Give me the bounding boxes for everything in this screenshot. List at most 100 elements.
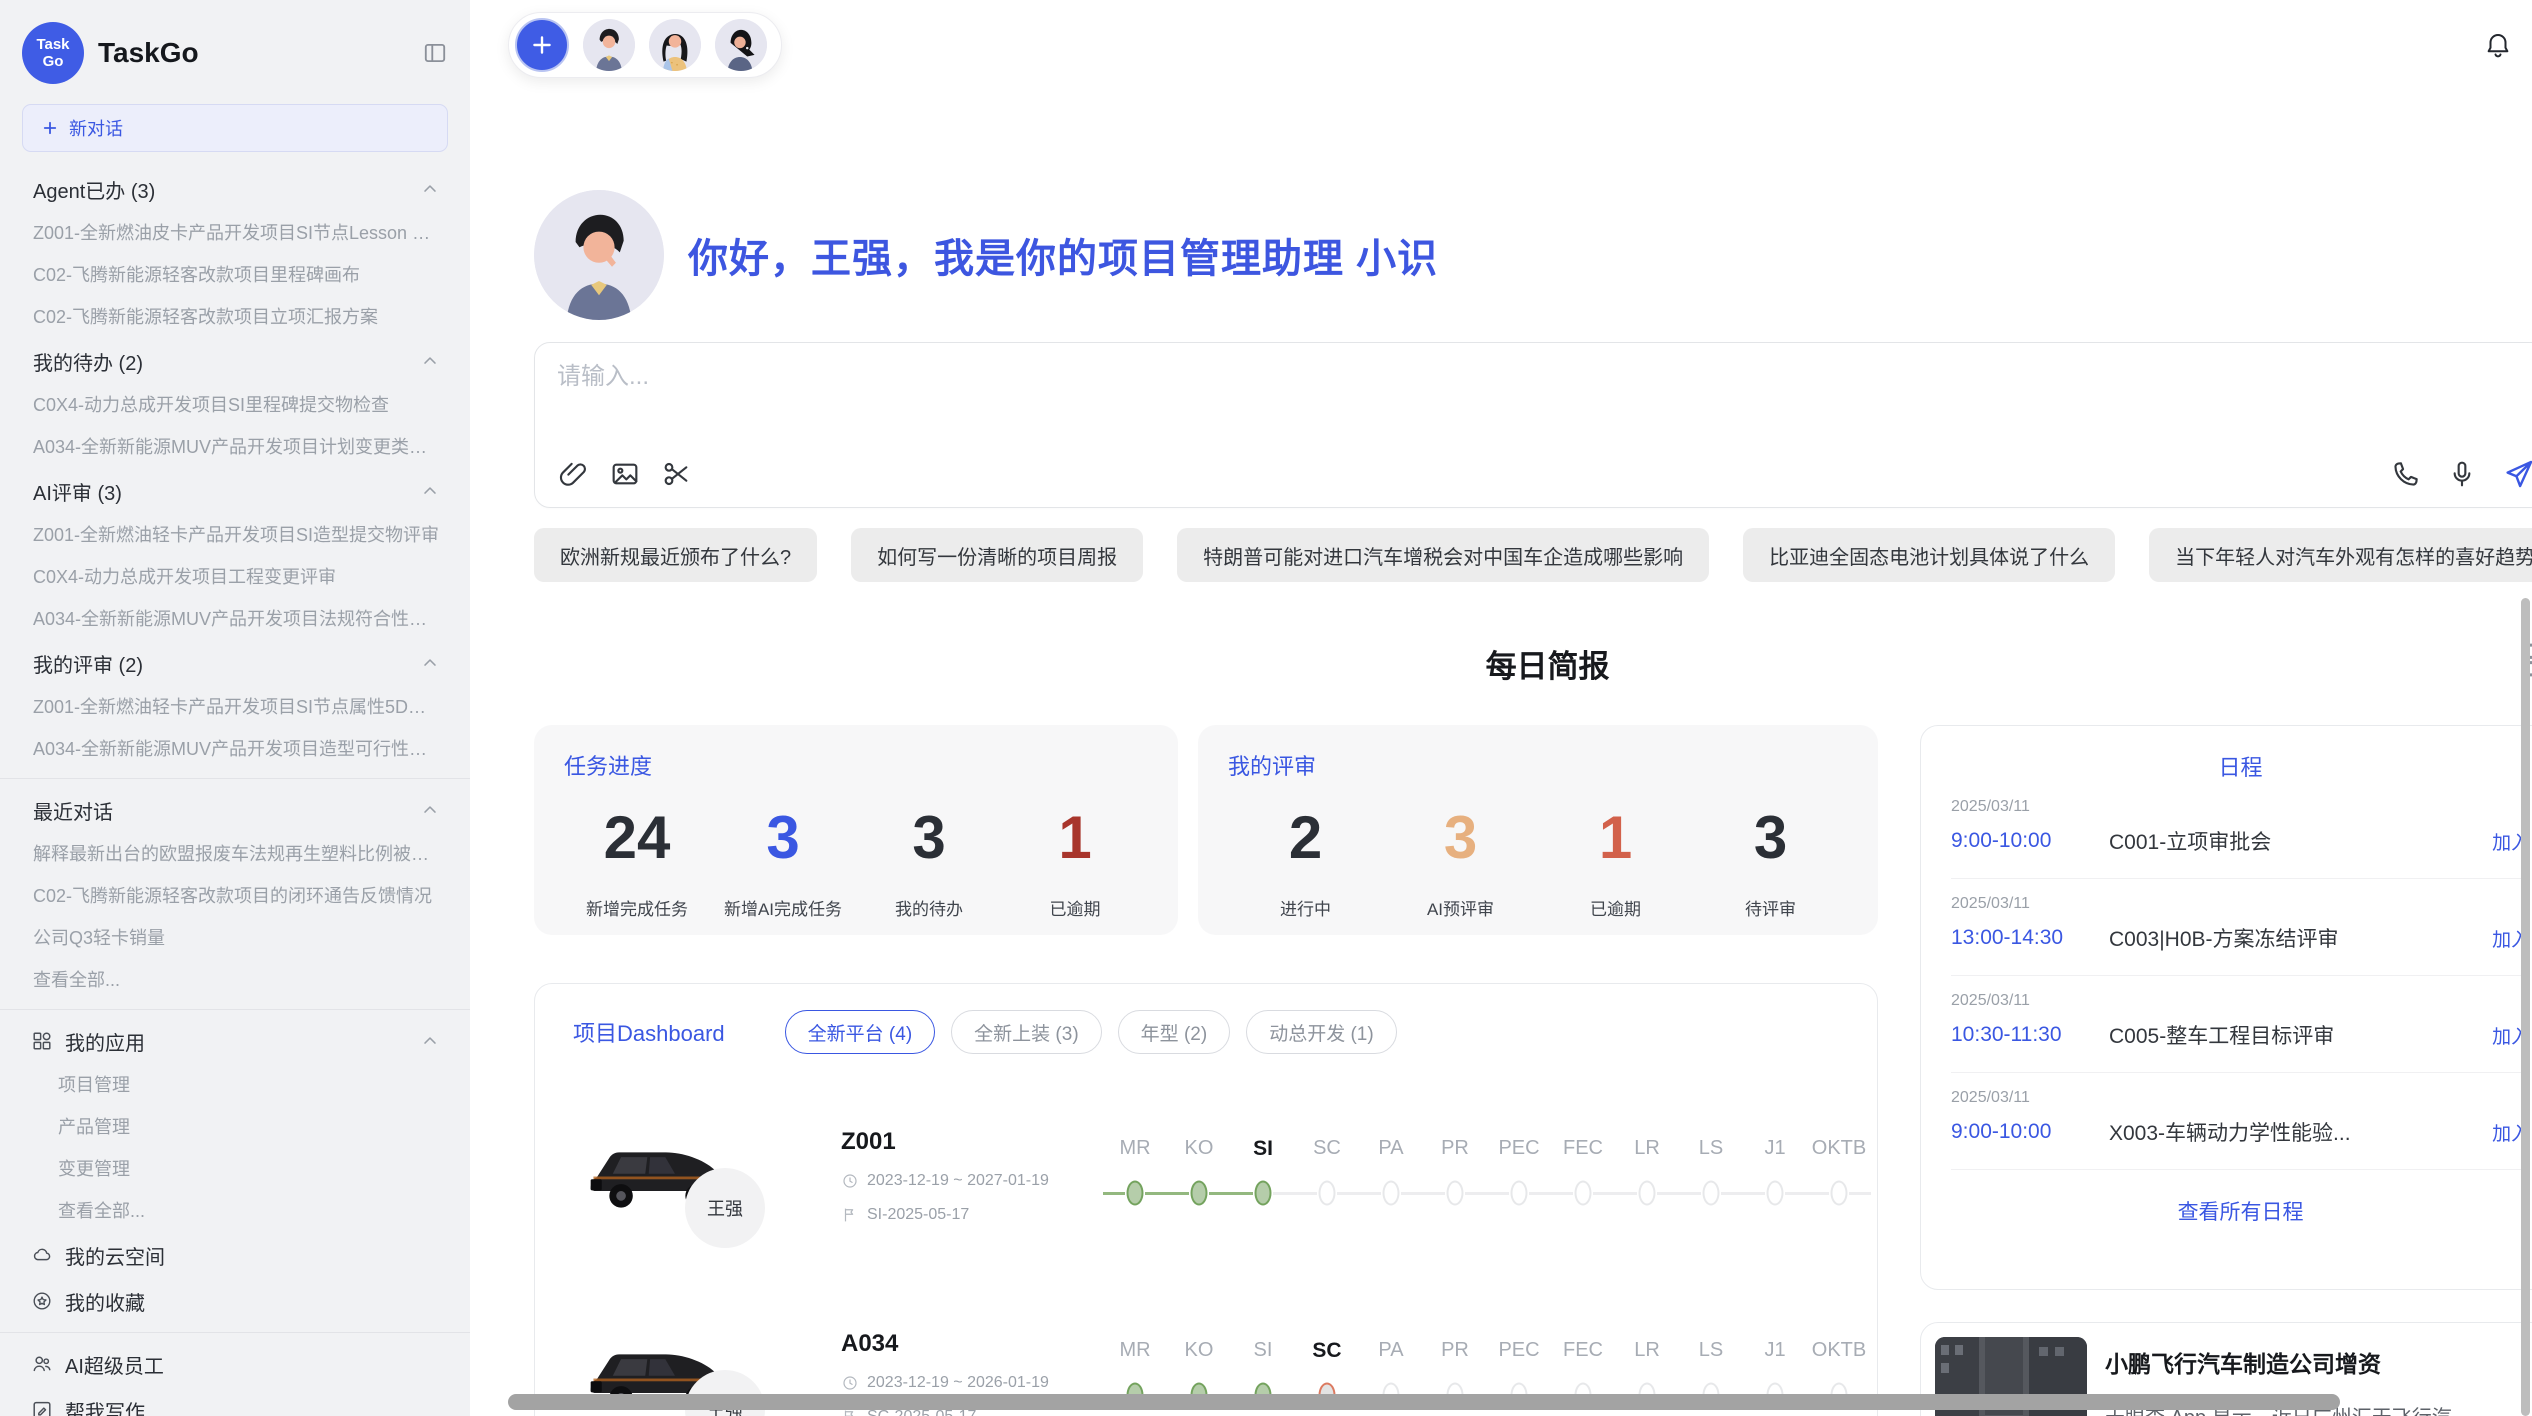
new-chat-button[interactable]: 新对话	[22, 104, 448, 152]
sidebar-section-header[interactable]: 我的待办 (2)	[0, 338, 470, 384]
stat-grid: 24新增完成任务3新增AI完成任务3我的待办1已逾期	[564, 799, 1148, 920]
sidebar-task-item[interactable]: A034-全新新能源MUV产品开发项目造型可行性评审	[0, 728, 470, 770]
recent-chat-item[interactable]: 公司Q3轻卡销量	[0, 917, 470, 959]
stat-item: 1已逾期	[1002, 799, 1148, 920]
main-content: 你好，王强，我是你的项目管理助理 小识	[470, 190, 2532, 1416]
sidebar-task-item[interactable]: C0X4-动力总成开发项目SI里程碑提交物检查	[0, 384, 470, 426]
sidebar-task-item[interactable]: C02-飞腾新能源轻客改款项目立项汇报方案	[0, 296, 470, 338]
recent-chat-item[interactable]: 解释最新出台的欧盟报废车法规再生塑料比例被调至15%...	[0, 833, 470, 875]
avatar-female-1[interactable]	[649, 19, 701, 71]
app-item[interactable]: 项目管理	[0, 1064, 470, 1106]
apps-grid-icon	[31, 1030, 53, 1052]
send-icon[interactable]	[2502, 457, 2532, 491]
view-all-chats-link[interactable]: 查看全部...	[0, 959, 470, 1001]
image-icon[interactable]	[609, 458, 641, 490]
suggestion-chip[interactable]: 欧洲新规最近颁布了什么?	[534, 528, 817, 582]
greeting-row: 你好，王强，我是你的项目管理助理 小识	[534, 190, 2532, 320]
sidebar-item-cloud[interactable]: 我的云空间	[0, 1232, 470, 1278]
sidebar-task-item[interactable]: A034-全新新能源MUV产品开发项目法规符合性评审	[0, 598, 470, 640]
dashboard-tab[interactable]: 动总开发 (1)	[1246, 1010, 1397, 1054]
sidebar-section-header[interactable]: AI评审 (3)	[0, 468, 470, 514]
add-session-button[interactable]	[515, 18, 569, 72]
notification-bell-icon[interactable]	[2483, 30, 2513, 60]
chevron-up-icon[interactable]	[420, 179, 440, 199]
milestone-connector	[1785, 1192, 1807, 1195]
sidebar-task-item[interactable]: C0X4-动力总成开发项目工程变更评审	[0, 556, 470, 598]
stat-grid: 2进行中3AI预评审1已逾期3待评审	[1228, 799, 1848, 920]
chevron-up-icon[interactable]	[420, 351, 440, 371]
sidebar-section-header[interactable]: 我的评审 (2)	[0, 640, 470, 686]
vertical-scrollbar[interactable]	[2521, 598, 2530, 1416]
attachment-icon[interactable]	[557, 458, 589, 490]
horizontal-scrollbar[interactable]	[508, 1394, 2340, 1410]
suggestion-chip[interactable]: 当下年轻人对汽车外观有怎样的喜好趋势	[2149, 528, 2532, 582]
event-time: 10:30-11:30	[1951, 1023, 2109, 1047]
recent-chat-item[interactable]: C02-飞腾新能源轻客改款项目的闭环通告反馈情况	[0, 875, 470, 917]
session-avatars	[508, 12, 782, 78]
sidebar-tool-write[interactable]: 帮我写作	[0, 1387, 470, 1416]
sidebar-task-item[interactable]: A034-全新新能源MUV产品开发项目计划变更类编写	[0, 426, 470, 468]
dashboard-tab[interactable]: 全新上装 (3)	[951, 1010, 1102, 1054]
sidebar-header: Task Go TaskGo	[0, 18, 470, 88]
dashboard-tab[interactable]: 年型 (2)	[1118, 1010, 1231, 1054]
sidebar-task-item[interactable]: Z001-全新燃油轻卡产品开发项目SI节点属性5D文件评审	[0, 686, 470, 728]
chevron-up-icon[interactable]	[420, 481, 440, 501]
milestone-connector	[1423, 1192, 1445, 1195]
suggestion-chip[interactable]: 比亚迪全固态电池计划具体说了什么	[1743, 528, 2115, 582]
app-logo: Task Go	[22, 22, 84, 84]
suggestion-chip[interactable]: 特朗普可能对进口汽车增税会对中国车企造成哪些影响	[1177, 528, 1709, 582]
logo-line2: Go	[43, 53, 64, 70]
section-title: 我的评审 (2)	[33, 649, 143, 678]
dashboard-tab[interactable]: 全新平台 (4)	[785, 1010, 936, 1054]
milestone-node	[1127, 1181, 1144, 1206]
milestone-label: PA	[1359, 1137, 1423, 1161]
scissors-icon[interactable]	[661, 458, 693, 490]
composer-toolbar	[557, 457, 2532, 491]
suggestion-chip[interactable]: 如何写一份清晰的项目周报	[851, 528, 1143, 582]
project-flag: SI-2025-05-17	[841, 1206, 1103, 1224]
milestone-label: J1	[1743, 1339, 1807, 1363]
chevron-up-icon[interactable]	[420, 1031, 440, 1051]
milestone-label: SC	[1295, 1137, 1359, 1161]
my-apps-label: 我的应用	[65, 1027, 408, 1056]
chevron-up-icon[interactable]	[420, 653, 440, 673]
dashboard-header: 项目Dashboard 全新平台 (4)全新上装 (3)年型 (2)动总开发 (…	[573, 1010, 1851, 1054]
view-all-apps-link[interactable]: 查看全部...	[0, 1190, 470, 1232]
milestone-cell	[1551, 1171, 1615, 1215]
sidebar-task-item[interactable]: C02-飞腾新能源轻客改款项目里程碑画布	[0, 254, 470, 296]
milestone-connector	[1551, 1192, 1573, 1195]
sidebar-item-star[interactable]: 我的收藏	[0, 1278, 470, 1324]
milestone-track: MRKOSISCPAPRPECFECLRLSJ1OKTB	[1103, 1137, 1871, 1215]
sidebar-section-recent-chats[interactable]: 最近对话	[0, 787, 470, 833]
sidebar-task-item[interactable]: Z001-全新燃油轻卡产品开发项目SI造型提交物评审	[0, 514, 470, 556]
milestone-connector	[1593, 1192, 1615, 1195]
phone-icon[interactable]	[2390, 458, 2422, 490]
sidebar-item-my-apps[interactable]: 我的应用	[0, 1018, 470, 1064]
app-item[interactable]: 变更管理	[0, 1148, 470, 1190]
chat-input[interactable]	[557, 363, 2532, 391]
section-title: Agent已办 (3)	[33, 175, 155, 204]
event-title: C003|H0B-方案冻结评审	[2109, 923, 2480, 953]
view-all-schedule-link[interactable]: 查看所有日程	[1951, 1196, 2530, 1226]
stat-value: 3	[1383, 799, 1538, 877]
dashboard-tabs: 全新平台 (4) 全新上装 (3) 年型 (2) 动总开发 (1)	[785, 1010, 1397, 1054]
sidebar-item-label: 我的云空间	[65, 1241, 440, 1270]
avatar-male[interactable]	[583, 19, 635, 71]
chevron-up-icon[interactable]	[420, 800, 440, 820]
milestone-labels: MRKOSISCPAPRPECFECLRLSJ1OKTB	[1103, 1137, 1871, 1161]
sidebar-collapse-icon[interactable]	[422, 40, 448, 66]
microphone-icon[interactable]	[2446, 458, 2478, 490]
stat-value: 3	[856, 799, 1002, 877]
milestone-cell	[1167, 1171, 1231, 1215]
avatar-female-2[interactable]	[715, 19, 767, 71]
stat-label: 我的待办	[856, 895, 1002, 920]
schedule-card: 日程 2025/03/119:00-10:00C001-立项审批会加入2025/…	[1920, 725, 2532, 1290]
sidebar-tool-users[interactable]: AI超级员工	[0, 1341, 470, 1387]
sidebar-list: Agent已办 (3) Z001-全新燃油皮卡产品开发项目SI节点Lesson L…	[0, 162, 470, 1416]
app-item[interactable]: 产品管理	[0, 1106, 470, 1148]
milestone-label: SC	[1295, 1339, 1359, 1363]
sidebar-section-header[interactable]: Agent已办 (3)	[0, 166, 470, 212]
event-date: 2025/03/11	[1951, 1089, 2530, 1107]
sidebar-task-item[interactable]: Z001-全新燃油皮卡产品开发项目SI节点Lesson Learn报告	[0, 212, 470, 254]
milestone-connector	[1743, 1192, 1765, 1195]
